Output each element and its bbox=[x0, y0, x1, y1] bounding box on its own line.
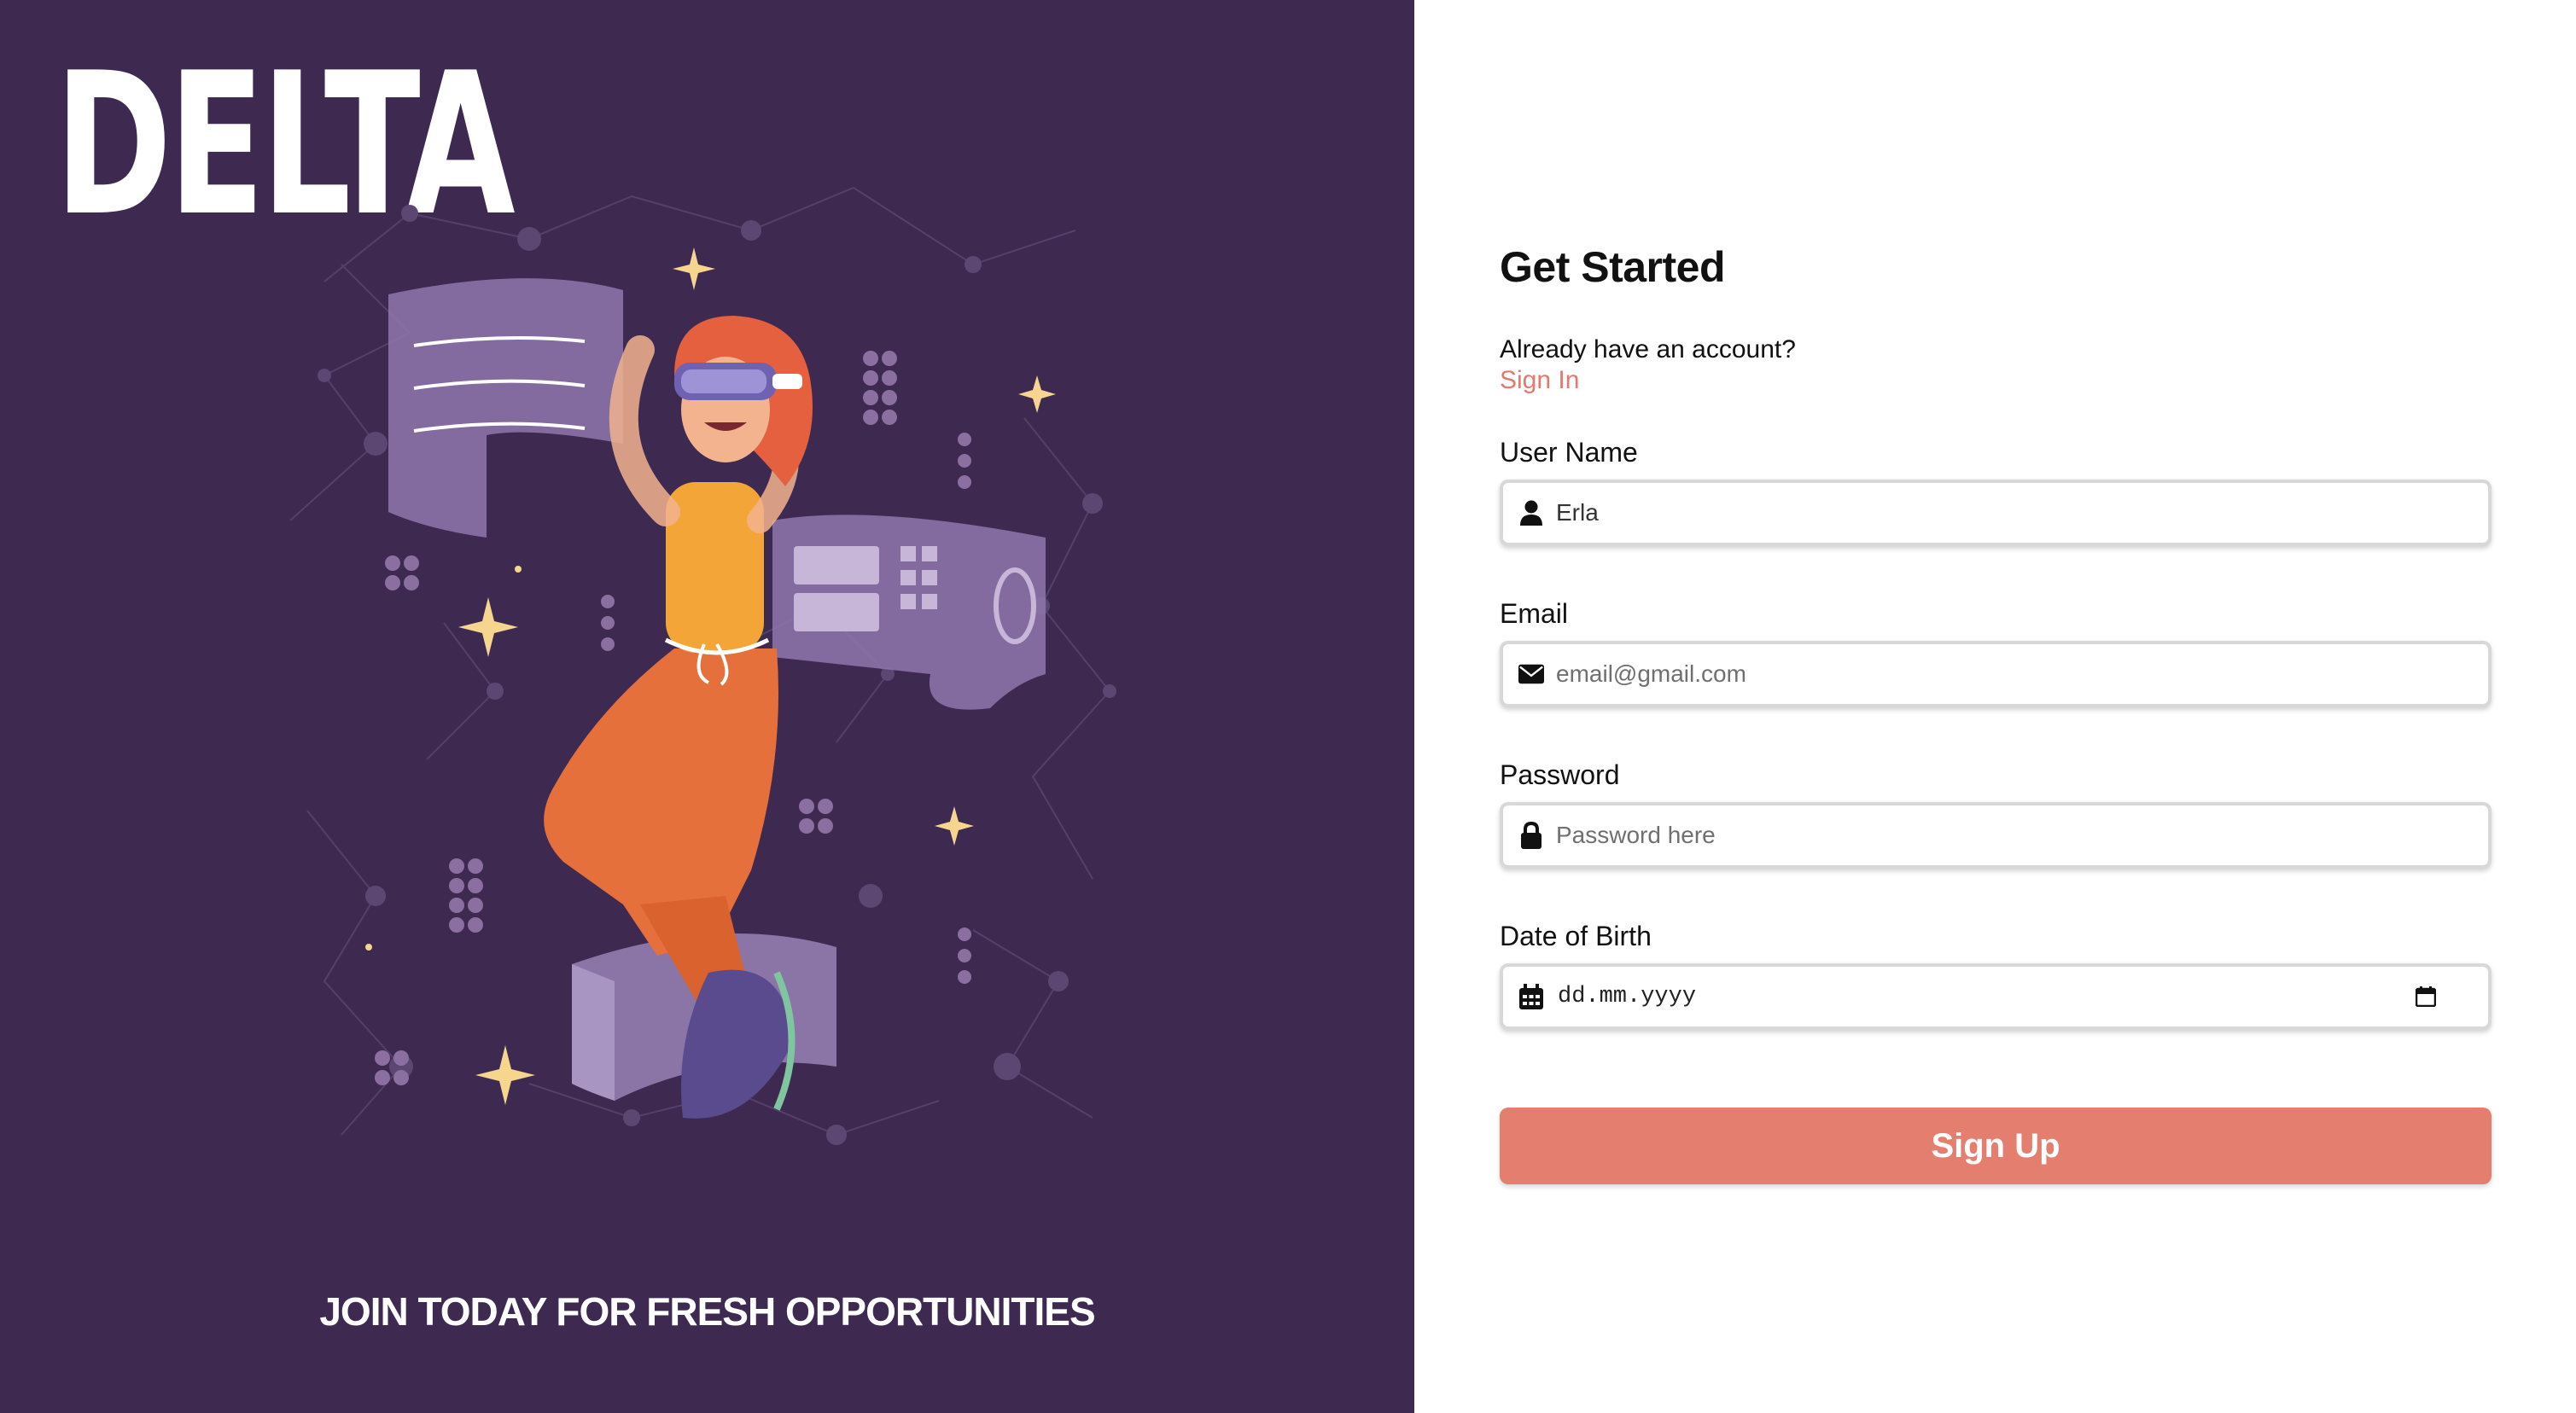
username-group: User Name bbox=[1500, 435, 2491, 546]
envelope-icon bbox=[1518, 660, 1544, 689]
username-field[interactable] bbox=[1500, 480, 2491, 546]
dob-group: Date of Birth dd.mm.yyyy bbox=[1500, 919, 2491, 1030]
user-icon bbox=[1518, 498, 1544, 527]
email-input[interactable] bbox=[1556, 648, 2488, 700]
email-group: Email bbox=[1500, 596, 2491, 707]
already-have-account-text: Already have an account? bbox=[1500, 335, 1796, 363]
lock-icon bbox=[1518, 821, 1544, 850]
password-input[interactable] bbox=[1556, 810, 2488, 861]
password-group: Password bbox=[1500, 758, 2491, 869]
email-label: Email bbox=[1500, 598, 1569, 629]
calendar-icon bbox=[1518, 982, 1544, 1011]
username-input[interactable] bbox=[1556, 487, 2488, 538]
form-title: Get Started bbox=[1500, 243, 1726, 291]
password-field[interactable] bbox=[1500, 802, 2491, 869]
vr-girl-illustration bbox=[289, 186, 1116, 1145]
tagline: JOIN TODAY FOR FRESH OPPORTUNITIES bbox=[319, 1289, 1095, 1334]
password-label: Password bbox=[1500, 759, 1620, 790]
sign-in-link[interactable]: Sign In bbox=[1500, 365, 1579, 396]
dob-input[interactable]: dd.mm.yyyy bbox=[1558, 984, 2413, 1009]
username-label: User Name bbox=[1500, 437, 1638, 468]
email-field[interactable] bbox=[1500, 641, 2491, 707]
dob-label: Date of Birth bbox=[1500, 921, 1652, 951]
signup-form: Get Started Already have an account? Sig… bbox=[1500, 239, 2491, 1184]
sign-up-button[interactable]: Sign Up bbox=[1500, 1108, 2491, 1184]
hero-panel: DELTA JOIN TODAY FOR FRESH OPPORTUNITIES bbox=[0, 0, 1414, 1413]
dob-field[interactable]: dd.mm.yyyy bbox=[1500, 963, 2491, 1030]
calendar-picker-icon[interactable] bbox=[2413, 984, 2439, 1009]
